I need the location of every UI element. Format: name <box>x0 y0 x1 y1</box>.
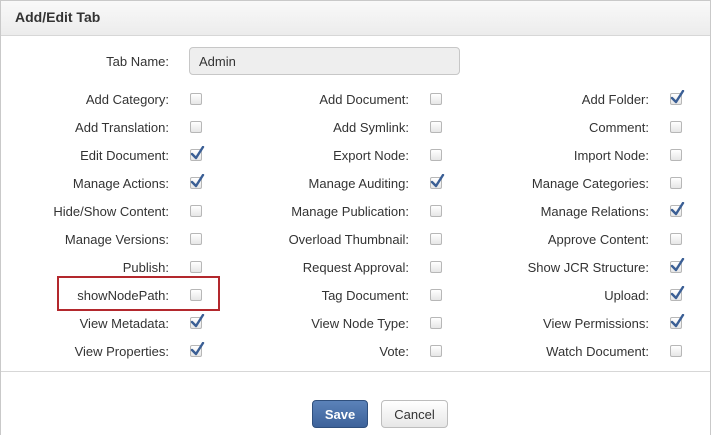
permission-checkbox[interactable] <box>190 146 205 161</box>
checkmark-icon <box>430 174 445 188</box>
permission-label: Manage Auditing: <box>308 176 409 191</box>
permission-label: Publish: <box>122 260 169 275</box>
permission-label: View Metadata: <box>79 316 169 331</box>
tab-name-label: Tab Name: <box>106 54 169 69</box>
permission-label: Upload: <box>604 288 649 303</box>
permission-label: Add Document: <box>319 92 409 107</box>
highlight-box <box>57 276 220 311</box>
permission-label: Hide/Show Content: <box>53 204 169 219</box>
permission-checkbox[interactable] <box>430 233 442 245</box>
permission-label: Overload Thumbnail: <box>288 232 409 247</box>
permission-checkbox[interactable] <box>190 261 202 273</box>
permission-checkbox[interactable] <box>430 174 445 189</box>
permission-label: View Properties: <box>74 344 169 359</box>
permission-checkbox[interactable] <box>430 261 442 273</box>
permission-checkbox[interactable] <box>430 205 442 217</box>
permission-checkbox[interactable] <box>190 233 202 245</box>
checkmark-icon <box>190 174 205 188</box>
save-button[interactable]: Save <box>312 400 368 428</box>
permission-checkbox[interactable] <box>430 317 442 329</box>
permission-label: Manage Relations: <box>540 204 649 219</box>
permission-checkbox[interactable] <box>190 205 202 217</box>
permission-label: Add Symlink: <box>333 120 409 135</box>
permission-label: Add Folder: <box>581 92 649 107</box>
permission-checkbox[interactable] <box>670 121 682 133</box>
dialog-footer: Save Cancel <box>1 371 710 435</box>
cancel-button[interactable]: Cancel <box>381 400 448 428</box>
permission-checkbox[interactable] <box>670 177 682 189</box>
permission-label: Manage Publication: <box>291 204 409 219</box>
permission-label: View Permissions: <box>543 316 649 331</box>
permission-label: Edit Document: <box>80 148 169 163</box>
permission-label: Import Node: <box>573 148 649 163</box>
permission-checkbox[interactable] <box>430 289 442 301</box>
permission-checkbox[interactable] <box>670 233 682 245</box>
permission-label: Comment: <box>589 120 649 135</box>
checkmark-icon <box>670 286 685 300</box>
permission-label: Manage Actions: <box>72 176 169 191</box>
permission-checkbox[interactable] <box>670 258 685 273</box>
dialog-title: Add/Edit Tab <box>15 9 101 25</box>
permission-checkbox[interactable] <box>190 121 202 133</box>
dialog-header: Add/Edit Tab <box>1 1 710 36</box>
permission-checkbox[interactable] <box>430 121 442 133</box>
checkmark-icon <box>190 314 205 328</box>
permission-label: Approve Content: <box>547 232 649 247</box>
permission-label: View Node Type: <box>311 316 409 331</box>
permission-label: Show JCR Structure: <box>527 260 649 275</box>
permission-label: Watch Document: <box>546 344 649 359</box>
permission-checkbox[interactable] <box>190 314 205 329</box>
permission-checkbox[interactable] <box>670 202 685 217</box>
permission-checkbox[interactable] <box>670 149 682 161</box>
checkmark-icon <box>190 342 205 356</box>
permission-label: Tag Document: <box>321 288 409 303</box>
permission-label: Export Node: <box>333 148 409 163</box>
checkmark-icon <box>670 258 685 272</box>
permission-label: Manage Versions: <box>64 232 169 247</box>
permission-checkbox[interactable] <box>190 342 205 357</box>
checkmark-icon <box>670 90 685 104</box>
permission-checkbox[interactable] <box>670 90 685 105</box>
permission-checkbox[interactable] <box>430 345 442 357</box>
permission-checkbox[interactable] <box>670 345 682 357</box>
tab-name-input[interactable] <box>189 47 460 75</box>
permission-checkbox[interactable] <box>430 93 442 105</box>
permission-checkbox[interactable] <box>190 93 202 105</box>
checkmark-icon <box>670 314 685 328</box>
checkmark-icon <box>670 202 685 216</box>
add-edit-tab-dialog: Add/Edit Tab Tab Name: Add Category: Add … <box>0 0 711 435</box>
permission-checkbox[interactable] <box>670 286 685 301</box>
permission-label: Request Approval: <box>302 260 409 275</box>
permission-label: Vote: <box>379 344 409 359</box>
permission-label: Manage Categories: <box>531 176 649 191</box>
permission-label: Add Translation: <box>75 120 169 135</box>
permission-checkbox[interactable] <box>670 314 685 329</box>
permission-checkbox[interactable] <box>190 174 205 189</box>
checkmark-icon <box>190 146 205 160</box>
permission-label: Add Category: <box>85 92 169 107</box>
permission-checkbox[interactable] <box>430 149 442 161</box>
